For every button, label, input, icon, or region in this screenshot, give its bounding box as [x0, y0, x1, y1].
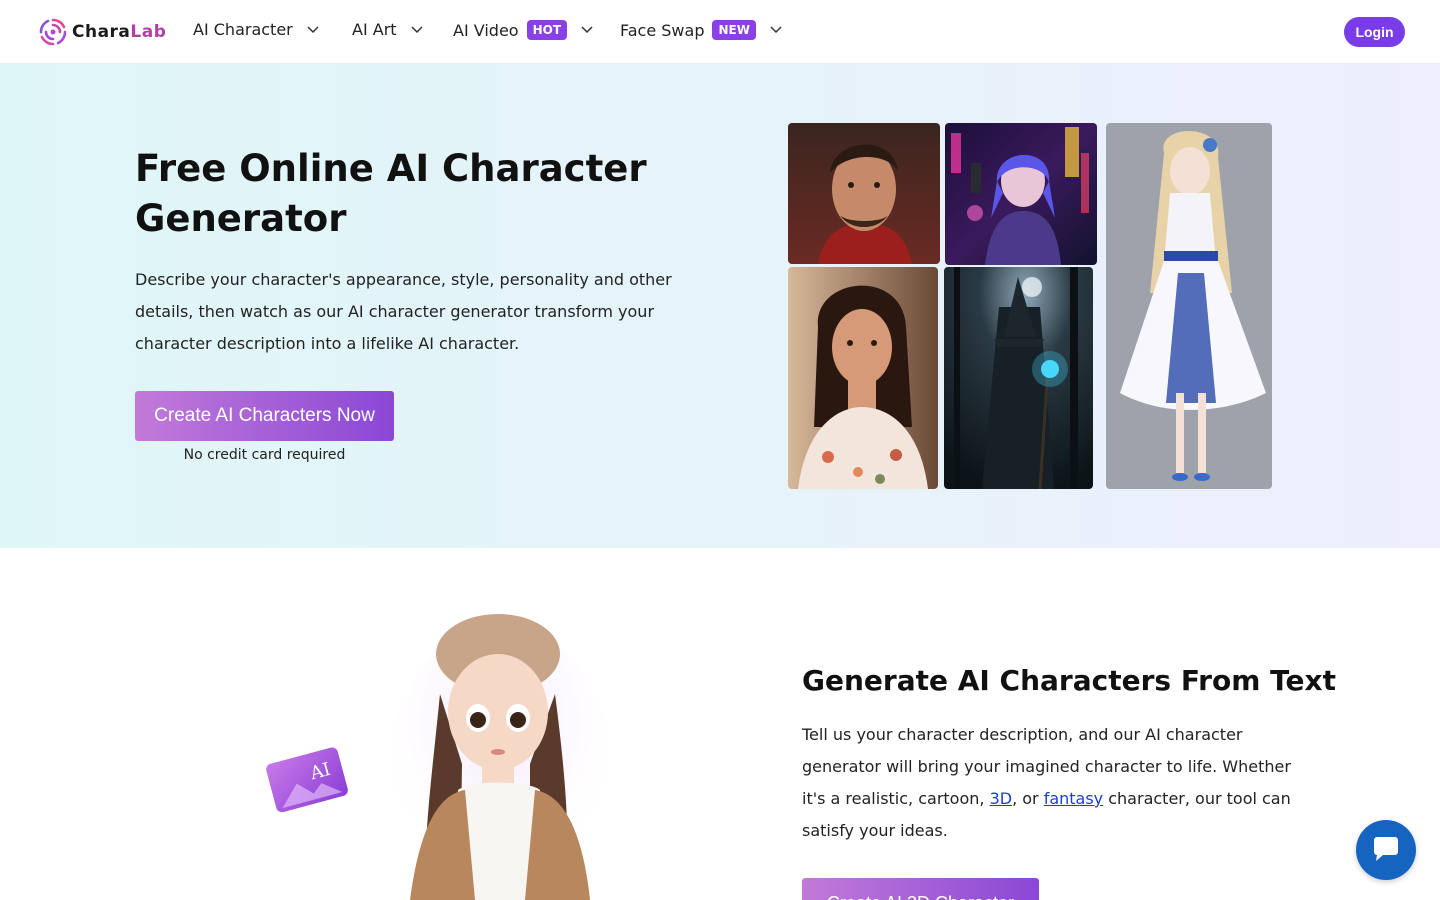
logo-icon [39, 18, 67, 46]
nav-ai-art-label: AI Art [352, 20, 397, 39]
nav-ai-character-label: AI Character [193, 20, 293, 39]
nav-ai-video[interactable]: AI Video HOT [453, 20, 593, 40]
chevron-down-icon [307, 25, 319, 33]
nav-ai-character[interactable]: AI Character [193, 20, 319, 39]
hot-badge: HOT [526, 20, 568, 40]
fantasy-link[interactable]: fantasy [1044, 789, 1103, 808]
woman-portrait-image [788, 267, 938, 489]
3d-link[interactable]: 3D [990, 789, 1013, 808]
chevron-down-icon [411, 25, 423, 33]
neon-anime-girl-image [945, 123, 1097, 265]
chevron-down-icon [581, 26, 593, 34]
chat-bubble-icon [1374, 837, 1398, 861]
text-to-character-section: AI Generate AI Characters From Text Tell… [0, 548, 1440, 900]
hero-description: Describe your character's appearance, st… [135, 270, 672, 353]
logo[interactable]: CharaLab [38, 17, 166, 47]
hero-title: Free Online AI Character Generator [135, 147, 647, 240]
create-ai-characters-button[interactable]: Create AI Characters Now [135, 391, 394, 441]
hero-section: Free Online AI Character Generator Descr… [0, 64, 1440, 548]
man-portrait-image [788, 123, 940, 264]
nav-face-swap-label: Face Swap [620, 20, 705, 40]
nav-ai-art[interactable]: AI Art [352, 20, 423, 39]
section2-title: Generate AI Characters From Text [802, 664, 1336, 697]
nav-face-swap[interactable]: Face Swap NEW [620, 20, 782, 40]
chevron-down-icon [770, 26, 782, 34]
wizard-forest-image [944, 267, 1093, 489]
create-ai-3d-character-button[interactable]: Create AI 3D Character [802, 878, 1039, 900]
cta-note: No credit card required [183, 447, 346, 463]
nav-ai-video-label: AI Video [453, 20, 519, 40]
logo-text: CharaLab [72, 22, 167, 42]
top-nav: CharaLab AI Character AI Art AI Video HO… [0, 0, 1440, 64]
anime-girl-dress-image [1106, 123, 1272, 489]
3d-girl-illustration [390, 614, 610, 900]
section2-description: Tell us your character description, and … [802, 725, 1291, 840]
new-badge: NEW [712, 20, 756, 40]
chat-button[interactable] [1356, 820, 1416, 880]
ai-card-icon: AI [265, 745, 357, 829]
login-button[interactable]: Login [1344, 17, 1405, 47]
